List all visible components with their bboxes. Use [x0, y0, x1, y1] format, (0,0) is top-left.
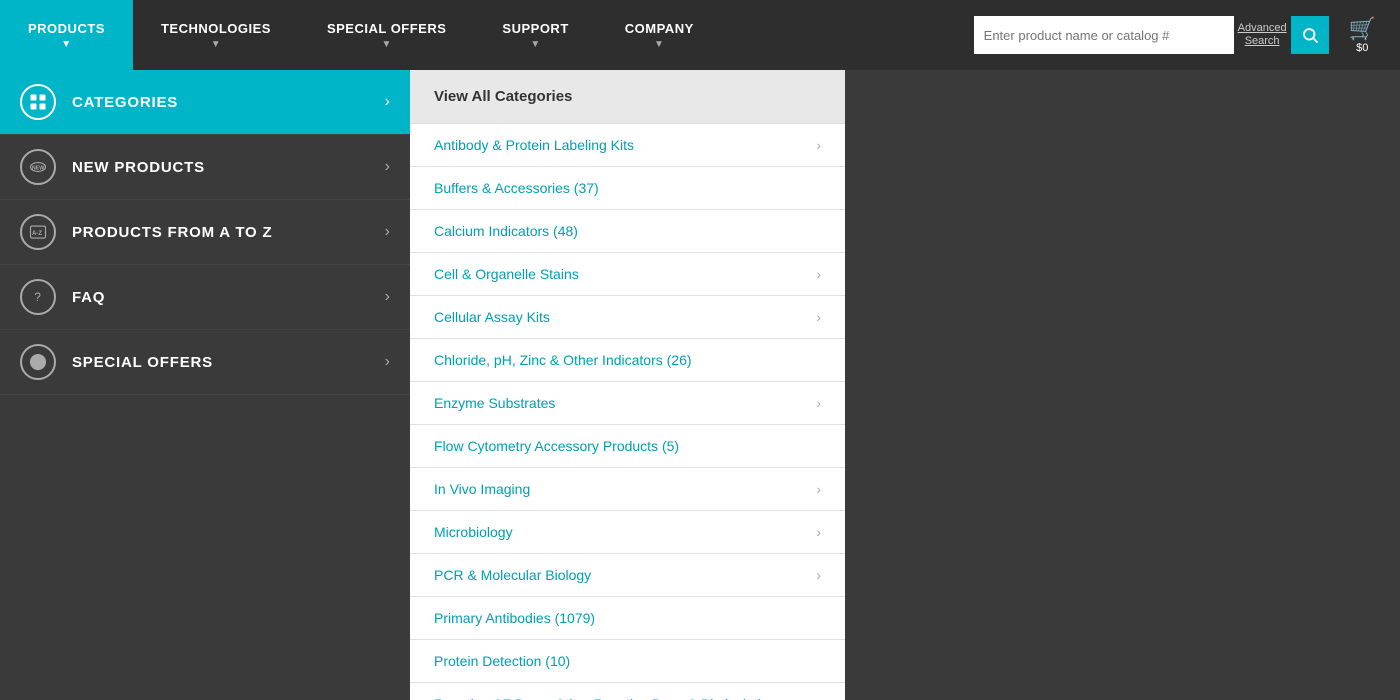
dropdown-item-arrow: ›	[816, 309, 821, 325]
dropdown-item-label: Primary Antibodies (1079)	[434, 610, 595, 626]
dropdown-item-arrow: ›	[816, 395, 821, 411]
nav-support[interactable]: SUPPORT ▼	[474, 0, 596, 70]
nav-technologies-label: TECHNOLOGIES	[161, 21, 271, 36]
grid-icon	[29, 93, 47, 111]
dropdown-item-label: Buffers & Accessories (37)	[434, 180, 599, 196]
dropdown-item[interactable]: In Vivo Imaging ›	[410, 468, 845, 511]
atoz-icon-circle: A-Z	[20, 214, 56, 250]
categories-icon-circle	[20, 84, 56, 120]
nav-company-label: COMPANY	[625, 21, 694, 36]
nav-special-offers-label: SPECIAL OFFERS	[327, 21, 446, 36]
dropdown-item-label: Calcium Indicators (48)	[434, 223, 578, 239]
dropdown-item[interactable]: Antibody & Protein Labeling Kits ›	[410, 124, 845, 167]
right-panel	[845, 70, 1400, 700]
dropdown-item[interactable]: Protein Detection (10)	[410, 640, 845, 683]
dropdown-item-arrow: ›	[816, 524, 821, 540]
special-icon	[29, 353, 47, 371]
view-all-categories[interactable]: View All Categories	[410, 70, 845, 124]
sidebar-item-faq[interactable]: ? FAQ ›	[0, 265, 410, 330]
nav-technologies-chevron: ▼	[211, 39, 221, 50]
dropdown-item[interactable]: Calcium Indicators (48)	[410, 210, 845, 253]
nav-special-offers[interactable]: SPECIAL OFFERS ▼	[299, 0, 474, 70]
dropdown-item-arrow: ›	[816, 137, 821, 153]
sidebar-categories-label: CATEGORIES	[72, 94, 385, 111]
nav-company[interactable]: COMPANY ▼	[597, 0, 722, 70]
new-products-icon-circle: NEW	[20, 149, 56, 185]
sidebar: CATEGORIES › NEW NEW PRODUCTS › A-Z PR	[0, 70, 410, 700]
main-content: CATEGORIES › NEW NEW PRODUCTS › A-Z PR	[0, 70, 1400, 700]
advanced-search-link[interactable]: AdvancedSearch	[1238, 22, 1287, 48]
nav-company-chevron: ▼	[654, 39, 664, 50]
question-icon: ?	[29, 288, 47, 306]
nav-support-chevron: ▼	[530, 39, 540, 50]
sidebar-atoz-label: PRODUCTS FROM A TO Z	[72, 224, 385, 241]
dropdown-item-label: PCR & Molecular Biology	[434, 567, 591, 583]
categories-arrow: ›	[385, 93, 390, 111]
cart-button[interactable]: 🛒 $0	[1335, 16, 1390, 54]
search-box-container: AdvancedSearch	[974, 16, 1329, 54]
svg-text:A-Z: A-Z	[32, 231, 42, 237]
nav-products-label: PRODUCTS	[28, 21, 105, 36]
atoz-arrow: ›	[385, 223, 390, 241]
dropdown-item-label: Chloride, pH, Zinc & Other Indicators (2…	[434, 352, 692, 368]
sidebar-faq-label: FAQ	[72, 289, 385, 306]
dropdown-item[interactable]: PCR & Molecular Biology ›	[410, 554, 845, 597]
special-offers-arrow: ›	[385, 353, 390, 371]
dropdown-item[interactable]: Enzyme Substrates ›	[410, 382, 845, 425]
search-input[interactable]	[974, 16, 1234, 54]
nav-technologies[interactable]: TECHNOLOGIES ▼	[133, 0, 299, 70]
dropdown-item-label: Flow Cytometry Accessory Products (5)	[434, 438, 679, 454]
dropdown-items-container: Antibody & Protein Labeling Kits › Buffers…	[410, 124, 845, 700]
dropdown-item-label: Antibody & Protein Labeling Kits	[434, 137, 634, 153]
faq-arrow: ›	[385, 288, 390, 306]
dropdown-item[interactable]: Primary Antibodies (1079)	[410, 597, 845, 640]
cart-total: $0	[1356, 42, 1368, 54]
top-navigation: PRODUCTS ▼ TECHNOLOGIES ▼ SPECIAL OFFERS…	[0, 0, 1400, 70]
dropdown-item[interactable]: Cellular Assay Kits ›	[410, 296, 845, 339]
nav-support-label: SUPPORT	[502, 21, 568, 36]
sidebar-new-products-label: NEW PRODUCTS	[72, 159, 385, 176]
dropdown-item-arrow: ›	[816, 481, 821, 497]
new-products-arrow: ›	[385, 158, 390, 176]
dropdown-item-label: Cellular Assay Kits	[434, 309, 550, 325]
dropdown-item[interactable]: Reactive CF Dyes, Other Reactive Dyes & …	[410, 683, 845, 700]
nav-special-offers-chevron: ▼	[381, 39, 391, 50]
sidebar-item-categories[interactable]: CATEGORIES ›	[0, 70, 410, 135]
nav-products[interactable]: PRODUCTS ▼	[0, 0, 133, 70]
nav-products-chevron: ▼	[61, 39, 71, 50]
svg-text:NEW: NEW	[32, 165, 44, 171]
faq-icon-circle: ?	[20, 279, 56, 315]
sidebar-special-offers-label: SPECIAL OFFERS	[72, 354, 385, 371]
dropdown-item[interactable]: Buffers & Accessories (37)	[410, 167, 845, 210]
svg-text:?: ?	[34, 290, 41, 304]
dropdown-item-label: Cell & Organelle Stains	[434, 266, 579, 282]
dropdown-item[interactable]: Flow Cytometry Accessory Products (5)	[410, 425, 845, 468]
sidebar-item-special-offers[interactable]: SPECIAL OFFERS ›	[0, 330, 410, 395]
dropdown-item[interactable]: Cell & Organelle Stains ›	[410, 253, 845, 296]
dropdown-item-label: Microbiology	[434, 524, 513, 540]
dropdown-item-arrow: ›	[816, 567, 821, 583]
dropdown-item-label: Enzyme Substrates	[434, 395, 555, 411]
cart-icon: 🛒	[1349, 16, 1376, 42]
dropdown-item-label: Reactive CF Dyes, Other Reactive Dyes & …	[434, 696, 816, 700]
atoz-icon: A-Z	[29, 223, 47, 241]
dropdown-item[interactable]: Microbiology ›	[410, 511, 845, 554]
dropdown-item-label: In Vivo Imaging	[434, 481, 530, 497]
sidebar-item-products-atoz[interactable]: A-Z PRODUCTS FROM A TO Z ›	[0, 200, 410, 265]
sidebar-item-new-products[interactable]: NEW NEW PRODUCTS ›	[0, 135, 410, 200]
categories-dropdown: View All Categories Antibody & Protein L…	[410, 70, 845, 700]
dropdown-item[interactable]: Chloride, pH, Zinc & Other Indicators (2…	[410, 339, 845, 382]
special-offers-icon-circle	[20, 344, 56, 380]
search-button[interactable]	[1291, 16, 1329, 54]
dropdown-item-label: Protein Detection (10)	[434, 653, 570, 669]
new-icon: NEW	[29, 158, 47, 176]
search-icon	[1301, 26, 1319, 44]
dropdown-item-arrow: ›	[816, 266, 821, 282]
search-area: AdvancedSearch 🛒 $0	[964, 0, 1400, 70]
